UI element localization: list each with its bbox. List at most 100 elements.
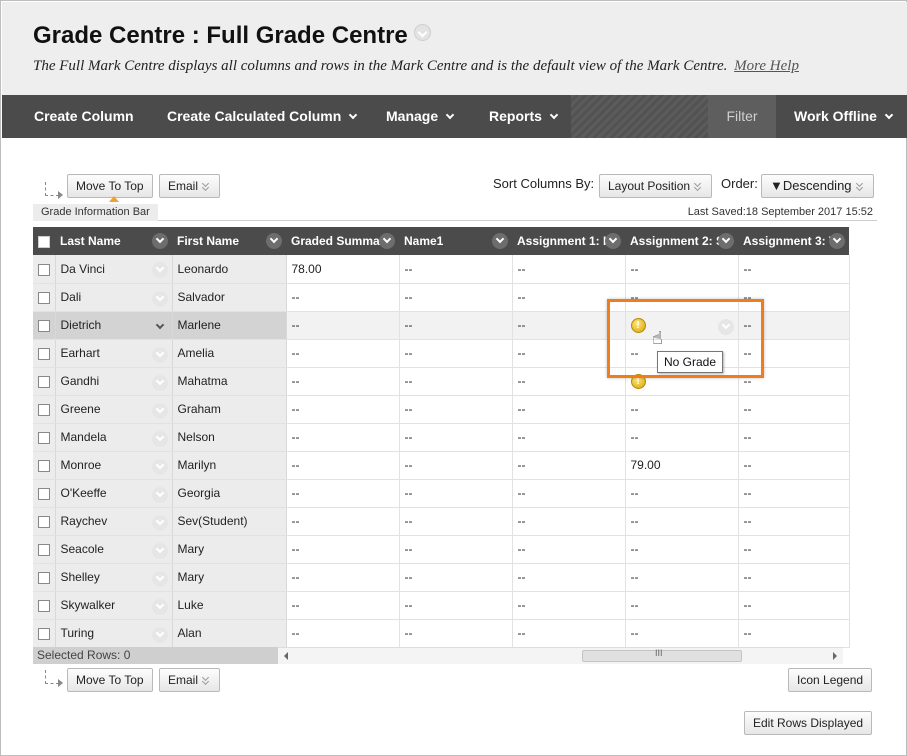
needs-grading-icon[interactable]: ! (630, 373, 646, 389)
row-checkbox[interactable] (38, 319, 50, 332)
column-header-assignment-3[interactable]: Assignment 3: T (738, 227, 849, 255)
row-checkbox[interactable] (38, 627, 50, 640)
name1-cell[interactable]: -- (399, 339, 513, 368)
column-menu-chevron-icon[interactable] (829, 233, 845, 249)
column-header-graded-summary[interactable]: Graded Summa (286, 227, 399, 255)
row-menu-chevron-icon[interactable] (151, 570, 168, 587)
row-menu-chevron-icon[interactable] (151, 262, 168, 278)
assignment-3-cell[interactable]: -- (738, 619, 850, 648)
name1-cell[interactable]: -- (399, 507, 513, 536)
assignment-3-cell[interactable]: -- (738, 255, 850, 284)
create-calculated-column-menu[interactable]: Create Calculated Column (167, 95, 358, 138)
filter-button[interactable]: Filter (708, 95, 776, 138)
assignment-3-cell[interactable]: -- (738, 283, 850, 312)
assignment-2-cell[interactable]: -- (625, 283, 739, 312)
assignment-1-cell[interactable]: -- (512, 395, 626, 424)
assignment-3-cell[interactable]: -- (738, 591, 850, 620)
assignment-2-cell[interactable]: -- (625, 255, 739, 284)
graded-summary-cell[interactable]: -- (286, 507, 400, 536)
assignment-1-cell[interactable]: -- (512, 255, 626, 284)
column-header-assignment-2[interactable]: Assignment 2: S (625, 227, 738, 255)
graded-summary-cell[interactable]: -- (286, 311, 400, 340)
icon-legend-button[interactable]: Icon Legend (788, 668, 873, 692)
row-checkbox[interactable] (38, 263, 50, 276)
row-checkbox[interactable] (38, 515, 50, 528)
manage-menu[interactable]: Manage (386, 95, 455, 138)
assignment-1-cell[interactable]: -- (512, 591, 626, 620)
assignment-3-cell[interactable]: -- (738, 311, 850, 340)
title-chevron-down-icon[interactable] (413, 24, 431, 41)
row-checkbox[interactable] (38, 571, 50, 584)
graded-summary-cell[interactable]: 78.00 (286, 255, 400, 284)
name1-cell[interactable]: -- (399, 619, 513, 648)
assignment-1-cell[interactable]: -- (512, 507, 626, 536)
assignment-1-cell[interactable]: -- (512, 283, 626, 312)
edit-rows-displayed-button[interactable]: Edit Rows Displayed (744, 711, 873, 735)
row-menu-chevron-icon[interactable] (151, 542, 168, 559)
row-checkbox[interactable] (38, 543, 50, 556)
assignment-1-cell[interactable]: -- (512, 451, 626, 480)
assignment-2-cell[interactable]: 79.00 (625, 451, 739, 480)
graded-summary-cell[interactable]: -- (286, 619, 400, 648)
assignment-2-cell[interactable]: ! (625, 311, 739, 340)
column-header-first-name[interactable]: First Name (172, 227, 286, 255)
column-menu-chevron-icon[interactable] (718, 233, 734, 249)
row-menu-chevron-icon[interactable] (151, 374, 168, 391)
sort-columns-select[interactable]: Layout Position (599, 174, 713, 198)
column-menu-chevron-icon[interactable] (605, 233, 621, 249)
column-menu-chevron-icon[interactable] (379, 233, 395, 249)
name1-cell[interactable]: -- (399, 535, 513, 564)
row-menu-chevron-icon[interactable] (151, 290, 168, 307)
needs-grading-icon[interactable]: ! (630, 317, 646, 333)
graded-summary-cell[interactable]: -- (286, 367, 400, 396)
email-button[interactable]: Email (159, 174, 221, 198)
move-to-top-button[interactable]: Move To Top (67, 174, 153, 198)
graded-summary-cell[interactable]: -- (286, 423, 400, 452)
scroll-left-arrow-icon[interactable] (284, 652, 288, 660)
name1-cell[interactable]: -- (399, 311, 513, 340)
name1-cell[interactable]: -- (399, 367, 513, 396)
name1-cell[interactable]: -- (399, 255, 513, 284)
row-menu-chevron-icon[interactable] (151, 458, 168, 475)
assignment-2-cell[interactable]: -- (625, 479, 739, 508)
row-checkbox[interactable] (38, 459, 50, 472)
assignment-1-cell[interactable]: -- (512, 339, 626, 368)
assignment-2-cell[interactable]: -- (625, 507, 739, 536)
graded-summary-cell[interactable]: -- (286, 283, 400, 312)
select-all-checkbox[interactable] (38, 235, 50, 248)
assignment-3-cell[interactable]: -- (738, 423, 850, 452)
name1-cell[interactable]: -- (399, 283, 513, 312)
row-checkbox[interactable] (38, 431, 50, 444)
name1-cell[interactable]: -- (399, 395, 513, 424)
row-checkbox[interactable] (38, 347, 50, 360)
row-checkbox[interactable] (38, 599, 50, 612)
grade-information-bar-tab[interactable]: Grade Information Bar (33, 204, 158, 221)
assignment-1-cell[interactable]: -- (512, 367, 626, 396)
more-help-link[interactable]: More Help (734, 58, 799, 74)
row-menu-chevron-icon[interactable] (151, 402, 168, 419)
email-button-bottom[interactable]: Email (159, 668, 221, 692)
assignment-3-cell[interactable]: -- (738, 339, 850, 368)
row-menu-chevron-icon[interactable] (151, 514, 168, 531)
scroll-right-arrow-icon[interactable] (833, 652, 837, 660)
name1-cell[interactable]: -- (399, 563, 513, 592)
assignment-3-cell[interactable]: -- (738, 395, 850, 424)
assignment-1-cell[interactable]: -- (512, 535, 626, 564)
row-checkbox[interactable] (38, 291, 50, 304)
assignment-3-cell[interactable]: -- (738, 451, 850, 480)
graded-summary-cell[interactable]: -- (286, 479, 400, 508)
column-header-name1[interactable]: Name1 (399, 227, 512, 255)
assignment-1-cell[interactable]: -- (512, 619, 626, 648)
row-menu-chevron-icon[interactable] (151, 626, 168, 643)
assignment-3-cell[interactable]: -- (738, 563, 850, 592)
cell-menu-chevron-icon[interactable] (717, 318, 734, 335)
assignment-3-cell[interactable]: -- (738, 479, 850, 508)
name1-cell[interactable]: -- (399, 423, 513, 452)
assignment-1-cell[interactable]: -- (512, 563, 626, 592)
row-checkbox[interactable] (38, 403, 50, 416)
row-checkbox[interactable] (38, 487, 50, 500)
order-select[interactable]: ▼Descending (761, 174, 874, 198)
column-menu-chevron-icon[interactable] (492, 233, 508, 249)
row-menu-chevron-icon[interactable] (151, 430, 168, 447)
row-menu-chevron-icon[interactable] (152, 319, 168, 335)
